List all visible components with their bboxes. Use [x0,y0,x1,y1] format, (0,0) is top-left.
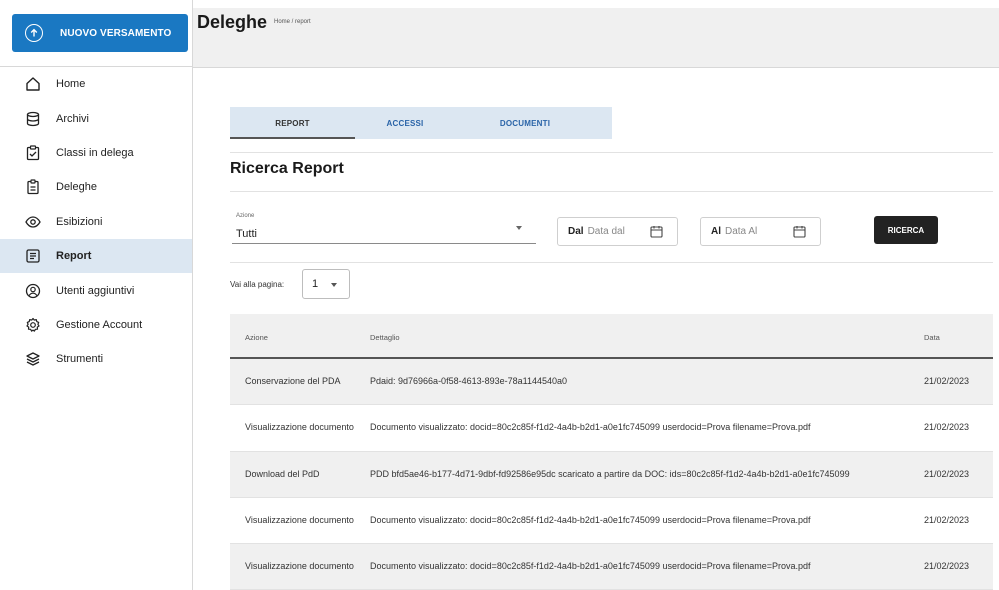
azione-value: Tutti [236,228,257,240]
cell-azione: Visualizzazione documento [245,422,354,433]
gear-icon [25,317,41,333]
date-from-field[interactable]: Dal Data dal [557,217,678,246]
tab-accessi[interactable]: ACCESSI [355,107,455,139]
arrow-up-circle-icon [25,24,43,42]
cell-data: 21/02/2023 [924,468,970,479]
page-header: Deleghe Home / report [193,8,999,68]
table-body: Conservazione del PDA Pdaid: 9d76966a-0f… [230,359,993,590]
report-table: Azione Dettaglio Data Conservazione del … [230,314,993,590]
date-to-field[interactable]: Al Data Al [700,217,821,246]
user-icon [25,283,41,299]
azione-label: Azione [236,213,255,219]
cell-dettaglio: Documento visualizzato: docid=80c2c85f-f… [370,422,811,433]
sidebar-item-report[interactable]: Report [0,238,192,274]
date-from-label: Dal [568,226,584,237]
sidebar-item-label: Archivi [56,112,90,125]
page-select-value: 1 [312,278,319,290]
column-header-azione[interactable]: Azione [245,333,268,342]
column-header-data[interactable]: Data [924,333,940,342]
document-icon [25,179,41,195]
table-row[interactable]: Conservazione del PDA Pdaid: 9d76966a-0f… [230,359,993,406]
dropdown-arrow-icon [516,226,522,230]
page-title: Deleghe [197,12,268,32]
cell-azione: Download del PdD [245,468,320,479]
sidebar-item-utenti-aggiuntivi[interactable]: Utenti aggiuntivi [0,273,192,307]
sidebar-nav: Home Archivi Classi in delega Deleghe Es… [0,67,192,377]
search-button[interactable]: RICERCA [874,216,938,244]
cell-azione: Conservazione del PDA [245,376,341,386]
cell-data: 21/02/2023 [924,514,970,525]
table-row[interactable]: Visualizzazione documento Documento visu… [230,544,993,590]
cell-dettaglio: Documento visualizzato: docid=80c2c85f-f… [370,514,811,525]
cell-data: 21/02/2023 [924,376,970,386]
breadcrumb[interactable]: Home / report [274,19,311,25]
dropdown-arrow-icon [331,283,337,287]
column-header-dettaglio[interactable]: Dettaglio [370,333,400,342]
sidebar-item-classi-in-delega[interactable]: Classi in delega [0,136,192,170]
sidebar-item-label: Home [56,78,86,91]
sidebar-item-label: Strumenti [56,353,104,366]
section-title: Ricerca Report [230,160,344,177]
calendar-icon[interactable] [650,225,663,243]
cell-azione: Visualizzazione documento [245,514,354,525]
divider [230,191,993,192]
sidebar-item-esibizioni[interactable]: Esibizioni [0,205,192,239]
azione-select[interactable]: Azione Tutti [232,211,536,244]
clipboard-check-icon [25,145,41,161]
tab-documenti[interactable]: DOCUMENTI [455,107,595,139]
sidebar-item-deleghe[interactable]: Deleghe [0,170,192,204]
table-row[interactable]: Visualizzazione documento Documento visu… [230,405,993,452]
report-icon [25,248,41,264]
report-tabs: REPORT ACCESSI DOCUMENTI [230,107,612,139]
home-icon [25,76,41,92]
sidebar-item-label: Utenti aggiuntivi [56,284,135,297]
cell-dettaglio: PDD bfd5ae46-b177-4d71-9dbf-fd92586e95dc… [370,468,850,479]
sidebar-item-home[interactable]: Home [0,67,192,101]
cell-azione: Visualizzazione documento [245,561,354,572]
table-row[interactable]: Download del PdD PDD bfd5ae46-b177-4d71-… [230,451,993,498]
sidebar-item-label: Classi in delega [56,146,134,159]
page-select[interactable]: 1 [302,269,350,299]
date-to-placeholder: Data Al [725,226,758,237]
cell-data: 21/02/2023 [924,561,970,572]
sidebar-item-strumenti[interactable]: Strumenti [0,342,192,376]
eye-icon [25,214,41,230]
sidebar: NUOVO VERSAMENTO Home Archivi Classi in … [0,0,193,590]
tab-report[interactable]: REPORT [230,107,355,139]
divider [230,262,993,263]
divider [230,152,993,153]
date-from-placeholder: Data dal [587,226,625,237]
sidebar-item-archivi[interactable]: Archivi [0,101,192,135]
layers-icon [25,351,41,367]
date-to-label: Al [711,226,721,237]
sidebar-item-label: Deleghe [56,181,97,194]
sidebar-item-gestione-account[interactable]: Gestione Account [0,308,192,342]
calendar-icon[interactable] [793,225,806,243]
sidebar-item-label: Gestione Account [56,318,143,331]
cell-data: 21/02/2023 [924,422,970,433]
cell-dettaglio: Pdaid: 9d76966a-0f58-4613-893e-78a114454… [370,376,568,386]
table-row[interactable]: Visualizzazione documento Documento visu… [230,498,993,545]
table-header: Azione Dettaglio Data [230,314,993,359]
new-deposit-label: NUOVO VERSAMENTO [60,27,172,39]
database-icon [25,111,41,127]
cell-dettaglio: Documento visualizzato: docid=80c2c85f-f… [370,561,811,572]
new-deposit-button[interactable]: NUOVO VERSAMENTO [12,14,188,52]
page-select-label: Vai alla pagina: [230,280,285,289]
sidebar-item-label: Esibizioni [56,215,103,228]
sidebar-item-label: Report [56,250,92,263]
